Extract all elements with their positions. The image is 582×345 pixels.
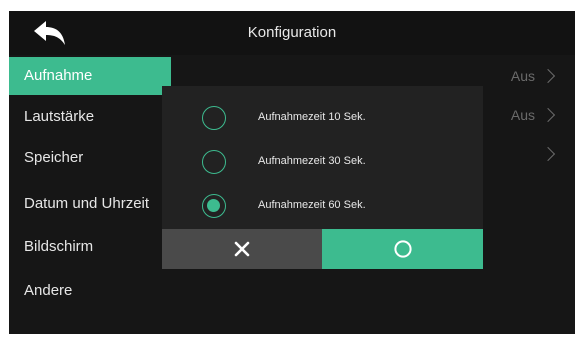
- option-30-sec[interactable]: Aufnahmezeit 30 Sek.: [162, 143, 483, 183]
- radio-button-unchecked[interactable]: [202, 106, 226, 130]
- confirm-button[interactable]: [322, 229, 483, 269]
- setting-row-2[interactable]: Aus: [510, 105, 556, 125]
- sidebar-item-speicher[interactable]: Speicher: [9, 139, 171, 177]
- setting-value: Aus: [510, 107, 535, 123]
- radio-button-unchecked[interactable]: [202, 150, 226, 174]
- option-label: Aufnahmezeit 30 Sek.: [258, 155, 366, 167]
- setting-row-3[interactable]: [540, 144, 556, 164]
- recording-time-dialog: Aufnahmezeit 10 Sek. Aufnahmezeit 30 Sek…: [162, 86, 483, 269]
- setting-value: Aus: [510, 68, 535, 84]
- sidebar-item-aufnahme[interactable]: Aufnahme: [9, 57, 171, 95]
- sidebar-item-andere[interactable]: Andere: [9, 272, 171, 310]
- option-10-sec[interactable]: Aufnahmezeit 10 Sek.: [162, 99, 483, 139]
- sidebar-item-datum-uhrzeit[interactable]: Datum und Uhrzeit: [9, 185, 171, 223]
- option-60-sec[interactable]: Aufnahmezeit 60 Sek.: [162, 187, 483, 227]
- close-icon: [234, 241, 250, 257]
- sidebar-item-lautstaerke[interactable]: Lautstärke: [9, 98, 171, 136]
- header-bar: Konfiguration: [9, 11, 575, 55]
- option-label: Aufnahmezeit 10 Sek.: [258, 111, 366, 123]
- chevron-right-icon: [540, 147, 556, 162]
- chevron-right-icon: [540, 108, 556, 123]
- sidebar-item-bildschirm[interactable]: Bildschirm: [9, 228, 171, 266]
- screen: Konfiguration Aufnahme Lautstärke Speich…: [9, 11, 575, 334]
- radio-button-checked[interactable]: [202, 194, 226, 218]
- page-title: Konfiguration: [247, 24, 337, 41]
- circle-ok-icon: [393, 240, 412, 258]
- setting-row-1[interactable]: Aus: [510, 66, 556, 86]
- option-label: Aufnahmezeit 60 Sek.: [258, 199, 366, 211]
- chevron-right-icon: [540, 69, 556, 84]
- cancel-button[interactable]: [162, 229, 322, 269]
